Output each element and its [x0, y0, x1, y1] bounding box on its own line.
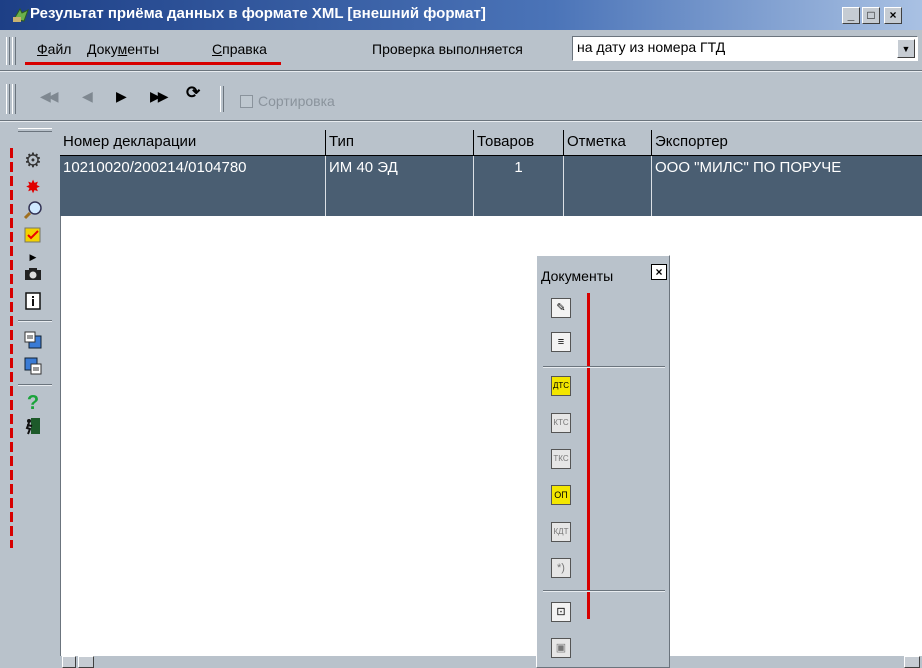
- menu-documents[interactable]: Документы: [87, 41, 159, 57]
- cell-goods: 1: [474, 156, 564, 216]
- doc-list-icon[interactable]: ≡: [551, 332, 571, 352]
- horizontal-scrollbar[interactable]: [60, 656, 922, 668]
- column-header-exporter[interactable]: Экспортер: [652, 130, 922, 156]
- table-row[interactable]: 10210020/200214/0104780 ИМ 40 ЭД 1 ООО "…: [60, 156, 922, 216]
- kts-icon[interactable]: КТС: [551, 413, 571, 433]
- last-record-button[interactable]: ▶▶: [150, 89, 168, 103]
- save-icon[interactable]: ▣: [551, 638, 571, 658]
- left-toolbar-separator: [18, 320, 52, 322]
- check-date-value: на дату из номера ГТД: [577, 39, 726, 55]
- menu-help[interactable]: Справка: [212, 41, 267, 57]
- toolbar-divider: [0, 70, 922, 72]
- burst-icon[interactable]: ✸: [22, 176, 44, 198]
- doc-edit-icon[interactable]: ✎: [551, 298, 571, 318]
- scroll-thumb[interactable]: [78, 656, 94, 668]
- menu-file[interactable]: Файл: [37, 41, 71, 57]
- xml-doc-icon[interactable]: ⊡: [551, 602, 571, 622]
- check-date-select[interactable]: на дату из номера ГТД ▼: [572, 36, 918, 61]
- checkbox-icon[interactable]: [22, 226, 44, 248]
- close-button[interactable]: ×: [884, 7, 902, 24]
- left-toolbar-separator-2: [18, 384, 52, 386]
- maximize-button[interactable]: □: [862, 7, 880, 24]
- export-icon[interactable]: [22, 330, 44, 352]
- documents-separator: [543, 366, 665, 368]
- app-icon: [12, 7, 30, 23]
- first-record-button[interactable]: ◀◀: [40, 89, 58, 103]
- kdt-icon[interactable]: КДТ: [551, 522, 571, 542]
- camera-icon[interactable]: [22, 266, 44, 288]
- documents-toolbar: Документы × ✎ ≡ ДТС КТС ТКС ОП КДТ *) ⊡ …: [536, 255, 670, 668]
- red-dashed-annotation: [10, 148, 13, 548]
- menu-grip[interactable]: [6, 37, 10, 65]
- cell-number: 10210020/200214/0104780: [60, 156, 326, 216]
- magnifier-icon[interactable]: [22, 200, 44, 222]
- menu-grip-2: [12, 37, 16, 65]
- cell-type: ИМ 40 ЭД: [326, 156, 474, 216]
- dts-icon[interactable]: ДТС: [551, 376, 571, 396]
- column-header-goods[interactable]: Товаров: [474, 130, 564, 156]
- scroll-left-button[interactable]: [62, 656, 76, 668]
- cell-exporter: ООО "МИЛС" ПО ПОРУЧЕ: [655, 159, 842, 176]
- help-icon[interactable]: ?: [22, 392, 44, 414]
- toolbar-grip[interactable]: [6, 84, 10, 114]
- minimize-button[interactable]: _: [842, 7, 860, 24]
- tks-icon[interactable]: ТКС: [551, 449, 571, 469]
- check-label: Проверка выполняется: [372, 41, 523, 57]
- toolbar-grip-2: [12, 84, 16, 114]
- refresh-button[interactable]: ⟳: [186, 84, 200, 101]
- left-toolbar-grip[interactable]: [18, 128, 52, 132]
- sort-checkbox[interactable]: [240, 95, 253, 108]
- quote-icon[interactable]: *): [551, 558, 571, 578]
- op-icon[interactable]: ОП: [551, 485, 571, 505]
- cell-mark: [564, 156, 652, 216]
- exit-icon[interactable]: [22, 416, 44, 438]
- documents-close-button[interactable]: ×: [651, 264, 667, 280]
- column-header-number[interactable]: Номер декларации: [60, 130, 326, 156]
- settings-icon[interactable]: ⚙: [22, 150, 44, 172]
- red-line-annotation: [587, 293, 590, 619]
- documents-separator-2: [543, 590, 665, 592]
- red-underline-annotation: [25, 62, 281, 65]
- import-icon[interactable]: [22, 356, 44, 378]
- grid-header: Номер декларации Тип Товаров Отметка Экс…: [60, 130, 922, 156]
- scroll-right-button[interactable]: [904, 656, 920, 668]
- toolbar-divider-2: [0, 120, 922, 122]
- next-record-button[interactable]: ▶: [116, 89, 127, 103]
- prev-record-button[interactable]: ◀: [82, 89, 93, 103]
- small-arrow-icon[interactable]: ▶: [22, 246, 44, 268]
- documents-toolbar-title: Документы: [541, 268, 614, 284]
- toolbar-separator: [220, 86, 224, 112]
- chevron-down-icon[interactable]: ▼: [897, 39, 915, 58]
- sort-label: Сортировка: [258, 93, 335, 109]
- column-header-mark[interactable]: Отметка: [564, 130, 652, 156]
- info-icon[interactable]: [22, 292, 44, 314]
- column-header-type[interactable]: Тип: [326, 130, 474, 156]
- window-title: Результат приёма данных в формате XML [в…: [30, 5, 486, 22]
